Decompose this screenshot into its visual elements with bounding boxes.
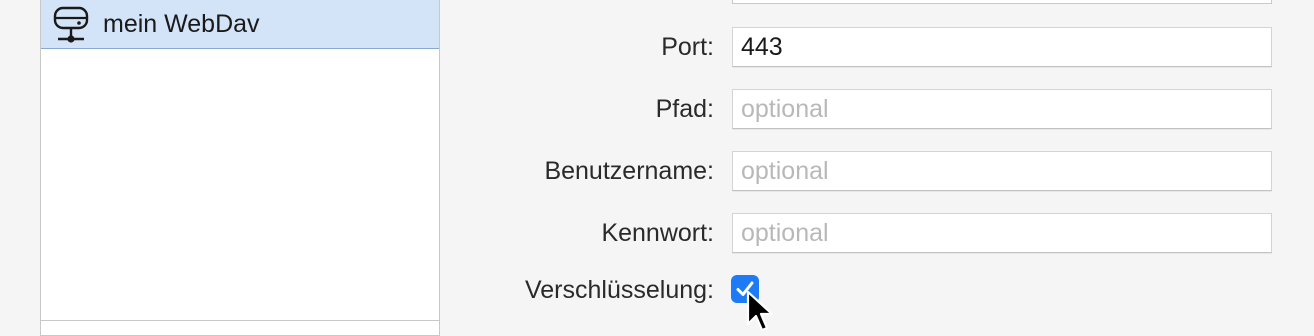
username-input[interactable] xyxy=(733,152,1271,190)
port-field-wrapper xyxy=(732,27,1272,67)
password-input[interactable] xyxy=(733,214,1271,252)
port-input[interactable] xyxy=(733,28,1271,66)
username-label: Benutzername: xyxy=(544,157,714,185)
path-field-wrapper xyxy=(732,89,1272,129)
list-item-mein-webdav[interactable]: mein WebDav xyxy=(41,0,439,49)
network-drive-icon xyxy=(52,5,90,45)
password-field-wrapper xyxy=(732,213,1272,253)
path-input[interactable] xyxy=(733,90,1271,128)
password-label: Kennwort: xyxy=(601,219,714,247)
list-item-label: mein WebDav xyxy=(103,10,260,38)
port-label: Port: xyxy=(661,33,714,61)
list-divider xyxy=(41,320,439,321)
path-label: Pfad: xyxy=(655,95,714,123)
encryption-label: Verschlüsselung: xyxy=(524,276,714,304)
server-list[interactable]: mein WebDav xyxy=(40,0,440,336)
server-address-field[interactable] xyxy=(732,0,1272,4)
mouse-cursor-icon xyxy=(746,290,774,332)
username-field-wrapper xyxy=(732,151,1272,191)
